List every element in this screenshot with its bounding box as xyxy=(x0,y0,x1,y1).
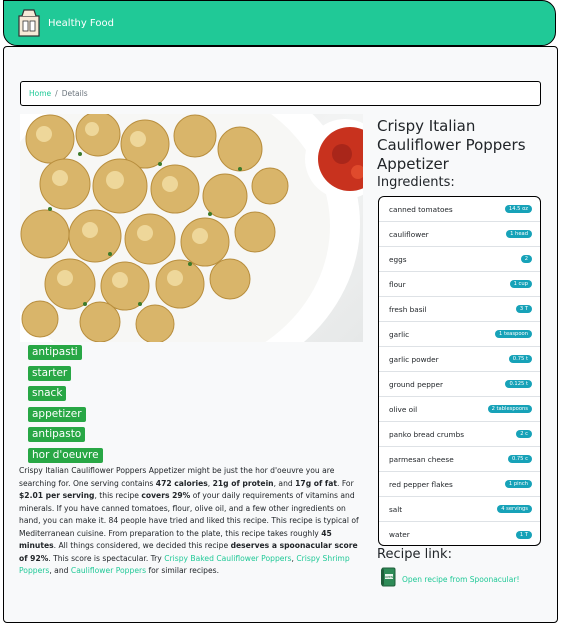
list-item: canned tomatoes 14.5 oz xyxy=(379,197,540,222)
recipe-link[interactable]: OPEN Open recipe from Spoonacular! xyxy=(380,567,519,591)
ingredient-name: garlic powder xyxy=(389,354,439,364)
list-item: cauliflower 1 head xyxy=(379,222,540,247)
ingredients-heading: Ingredients: xyxy=(377,175,455,190)
breadcrumb-current: Details xyxy=(61,89,88,98)
recipe-link-heading: Recipe link: xyxy=(377,547,452,562)
list-item: salt 4 servings xyxy=(379,497,540,522)
description-text: . All things considered, we decided this… xyxy=(53,541,231,550)
list-item: flour 1 cup xyxy=(379,272,540,297)
amount-badge: 1 pinch xyxy=(504,480,532,488)
description-text: , and xyxy=(49,566,71,575)
amount-badge: 0.75 c xyxy=(507,455,532,463)
list-item: parmesan cheese 0.75 c xyxy=(379,447,540,472)
list-item: panko bread crumbs 2 c xyxy=(379,422,540,447)
amount-badge: 2 tablespoons xyxy=(487,405,532,413)
ingredient-name: salt xyxy=(389,504,403,514)
ingredient-name: water xyxy=(389,530,410,539)
coverage-value: covers 29% xyxy=(141,491,191,500)
amount-badge: 0.75 t xyxy=(508,355,532,363)
description-text: . This score is spectacular. Try xyxy=(48,553,165,563)
description-text: . For xyxy=(337,478,354,488)
breadcrumb: Home / Details xyxy=(20,81,541,106)
ingredient-name: canned tomatoes xyxy=(389,204,453,214)
tag[interactable]: antipasti xyxy=(28,345,82,360)
grocery-bag-icon[interactable] xyxy=(18,9,40,37)
protein-value: 21g of protein xyxy=(212,478,274,488)
amount-badge: 4 servings xyxy=(497,505,532,513)
ingredient-name: ground pepper xyxy=(389,379,444,389)
list-item: ground pepper 0.125 t xyxy=(379,372,540,397)
ingredient-name: flour xyxy=(389,279,406,289)
breadcrumb-home-link[interactable]: Home xyxy=(29,89,51,98)
amount-badge: 14.5 oz xyxy=(504,205,532,213)
similar-recipe-link[interactable]: Crispy Baked Cauliflower Poppers xyxy=(164,554,291,563)
book-icon[interactable]: OPEN xyxy=(380,567,396,591)
tag[interactable]: appetizer xyxy=(28,406,86,422)
amount-badge: 2 c xyxy=(516,430,532,438)
ingredient-name: cauliflower xyxy=(389,229,429,239)
tag[interactable]: snack xyxy=(28,386,67,401)
ingredient-name: parmesan cheese xyxy=(389,454,454,464)
breadcrumb-separator: / xyxy=(55,89,58,98)
fat-value: 17g of fat xyxy=(295,478,337,488)
list-item: eggs 2 xyxy=(379,247,540,272)
list-item: olive oil 2 tablespoons xyxy=(379,397,540,422)
ingredient-name: red pepper flakes xyxy=(389,479,453,489)
description-text: , this recipe xyxy=(94,491,142,500)
ingredient-list: canned tomatoes 14.5 oz cauliflower 1 head… xyxy=(378,196,541,546)
similar-recipe-link[interactable]: Cauliflower Poppers xyxy=(71,566,146,575)
tag-list: antipasti starter snack appetizer antipa… xyxy=(28,345,103,468)
description-text: for similar recipes. xyxy=(146,566,219,575)
amount-badge: 3 T xyxy=(515,305,532,313)
amount-badge: 1 head xyxy=(506,230,532,238)
book-icon-label: OPEN xyxy=(385,575,393,579)
amount-badge: 1 teaspoon xyxy=(495,330,532,338)
calories-value: 472 calories xyxy=(155,478,208,488)
amount-badge: 2 xyxy=(520,255,532,263)
ingredient-name: olive oil xyxy=(389,404,418,414)
tag[interactable]: antipasto xyxy=(28,427,86,442)
recipe-card: Home / Details antipasti starter snack a… xyxy=(3,46,558,623)
tag[interactable]: starter xyxy=(28,365,72,381)
recipe-description: Crispy Italian Cauliflower Poppers Appet… xyxy=(19,465,367,578)
amount-badge: 1 T xyxy=(515,530,532,539)
list-item: garlic powder 0.75 t xyxy=(379,347,540,372)
list-item: fresh basil 3 T xyxy=(379,297,540,322)
recipe-title: Crispy Italian Cauliflower Poppers Appet… xyxy=(377,117,526,173)
spoonacular-link[interactable]: Open recipe from Spoonacular! xyxy=(402,575,519,584)
price-value: $2.01 per serving xyxy=(19,491,95,500)
ingredient-name: fresh basil xyxy=(389,304,427,314)
brand-title[interactable]: Healthy Food xyxy=(48,18,114,29)
amount-badge: 1 cup xyxy=(509,280,532,288)
amount-badge: 0.125 t xyxy=(505,380,532,388)
recipe-image xyxy=(20,114,363,342)
ingredient-name: eggs xyxy=(389,254,407,264)
list-item: red pepper flakes 1 pinch xyxy=(379,472,540,497)
list-item: water 1 T xyxy=(379,522,540,545)
description-text: , and xyxy=(273,478,296,488)
tag[interactable]: hor d'oeuvre xyxy=(28,447,103,463)
list-item: garlic 1 teaspoon xyxy=(379,322,540,347)
navbar: Healthy Food xyxy=(3,0,556,46)
ingredient-name: panko bread crumbs xyxy=(389,429,465,439)
ingredient-name: garlic xyxy=(389,329,410,339)
